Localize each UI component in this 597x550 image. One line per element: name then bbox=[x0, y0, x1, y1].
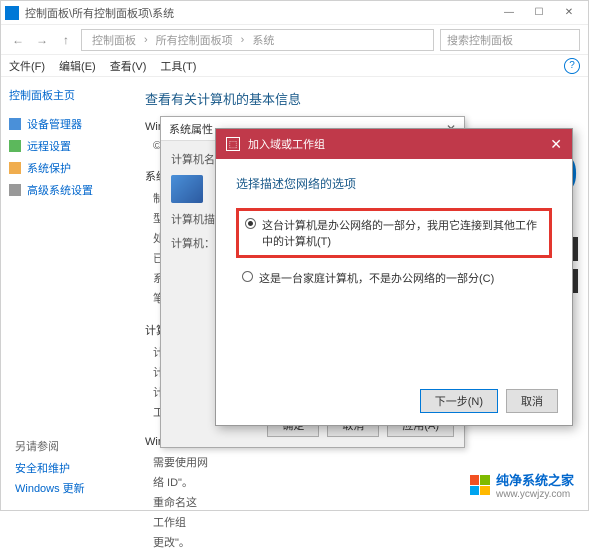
breadcrumb[interactable]: 控制面板 › 所有控制面板项 › 系统 bbox=[81, 29, 434, 51]
search-input[interactable]: 搜索控制面板 bbox=[440, 29, 580, 51]
radio-icon bbox=[242, 271, 253, 282]
advanced-icon bbox=[9, 184, 21, 196]
sidebar-title[interactable]: 控制面板主页 bbox=[9, 87, 123, 103]
menu-bar: 文件(F) 编辑(E) 查看(V) 工具(T) ? bbox=[1, 55, 588, 77]
sidebar-item-remote[interactable]: 远程设置 bbox=[9, 135, 123, 157]
sidebar-item-label: 设备管理器 bbox=[27, 116, 82, 132]
next-button[interactable]: 下一步(N) bbox=[420, 389, 498, 413]
menu-edit[interactable]: 编辑(E) bbox=[59, 58, 96, 74]
breadcrumb-part[interactable]: 控制面板 bbox=[92, 32, 136, 48]
see-also-title: 另请参阅 bbox=[15, 438, 85, 454]
device-manager-icon bbox=[9, 118, 21, 130]
computer-icon bbox=[171, 175, 203, 203]
minimize-button[interactable]: — bbox=[494, 3, 524, 23]
menu-view[interactable]: 查看(V) bbox=[110, 58, 147, 74]
dialog2-title-text: 加入域或工作组 bbox=[248, 136, 325, 152]
sidebar-item-label: 高级系统设置 bbox=[27, 182, 93, 198]
option-work-network[interactable]: 这台计算机是办公网络的一部分，我用它连接到其他工作中的计算机(T) bbox=[245, 215, 543, 251]
up-button[interactable]: ↑ bbox=[57, 31, 75, 49]
titlebar: 控制面板\所有控制面板项\系统 — ☐ ✕ bbox=[1, 1, 588, 25]
option-home-computer[interactable]: 这是一台家庭计算机，不是办公网络的一部分(C) bbox=[236, 268, 552, 288]
watermark: 纯净系统之家 www.ycwjzy.com bbox=[470, 470, 574, 500]
back-button[interactable]: ← bbox=[9, 31, 27, 49]
maximize-button[interactable]: ☐ bbox=[524, 3, 554, 23]
watermark-url: www.ycwjzy.com bbox=[496, 489, 574, 500]
menu-file[interactable]: 文件(F) bbox=[9, 58, 45, 74]
radio-icon bbox=[245, 218, 256, 229]
help-icon[interactable]: ? bbox=[564, 58, 580, 74]
d1-compname-label: 计算机名 bbox=[171, 151, 221, 167]
breadcrumb-part[interactable]: 所有控制面板项 bbox=[156, 32, 233, 48]
watermark-logo-icon bbox=[470, 475, 490, 495]
dialog2-heading: 选择描述您网络的选项 bbox=[236, 175, 552, 192]
see-also: 另请参阅 安全和维护 Windows 更新 bbox=[15, 438, 85, 500]
sidebar-item-label: 系统保护 bbox=[27, 160, 71, 176]
app-icon bbox=[5, 6, 19, 20]
info-settings: 更改"。 bbox=[153, 534, 574, 550]
menu-tools[interactable]: 工具(T) bbox=[160, 58, 196, 74]
nav-bar: ← → ↑ 控制面板 › 所有控制面板项 › 系统 搜索控制面板 bbox=[1, 25, 588, 55]
sidebar-item-device-manager[interactable]: 设备管理器 bbox=[9, 113, 123, 135]
wizard-icon: ⬚ bbox=[226, 137, 240, 151]
close-button[interactable]: ✕ bbox=[554, 3, 584, 23]
breadcrumb-part[interactable]: 系统 bbox=[252, 32, 274, 48]
join-domain-dialog: ⬚ 加入域或工作组 ✕ 选择描述您网络的选项 这台计算机是办公网络的一部分，我用… bbox=[215, 128, 573, 426]
sidebar-item-label: 远程设置 bbox=[27, 138, 71, 154]
watermark-text: 纯净系统之家 bbox=[496, 470, 574, 489]
sidebar-item-advanced[interactable]: 高级系统设置 bbox=[9, 179, 123, 201]
see-also-update[interactable]: Windows 更新 bbox=[15, 480, 85, 496]
page-title: 查看有关计算机的基本信息 bbox=[145, 89, 574, 108]
sidebar-item-protection[interactable]: 系统保护 bbox=[9, 157, 123, 179]
window-title: 控制面板\所有控制面板项\系统 bbox=[25, 5, 494, 21]
search-placeholder: 搜索控制面板 bbox=[447, 32, 513, 48]
option-label: 这台计算机是办公网络的一部分，我用它连接到其他工作中的计算机(T) bbox=[262, 217, 543, 249]
dialog2-titlebar: ⬚ 加入域或工作组 ✕ bbox=[216, 129, 572, 159]
dialog1-title-text: 系统属性 bbox=[169, 121, 213, 137]
info-network: 需要使用网 bbox=[153, 454, 574, 470]
highlighted-option: 这台计算机是办公网络的一部分，我用它连接到其他工作中的计算机(T) bbox=[236, 208, 552, 258]
d1-workgroup-label: 计算机： bbox=[171, 235, 221, 251]
info-rename2: 工作组 bbox=[153, 514, 574, 530]
remote-icon bbox=[9, 140, 21, 152]
see-also-security[interactable]: 安全和维护 bbox=[15, 460, 85, 476]
forward-button[interactable]: → bbox=[33, 31, 51, 49]
cancel-button[interactable]: 取消 bbox=[506, 389, 558, 413]
protection-icon bbox=[9, 162, 21, 174]
dialog2-close-button[interactable]: ✕ bbox=[550, 136, 562, 153]
option-label: 这是一台家庭计算机，不是办公网络的一部分(C) bbox=[259, 270, 494, 286]
